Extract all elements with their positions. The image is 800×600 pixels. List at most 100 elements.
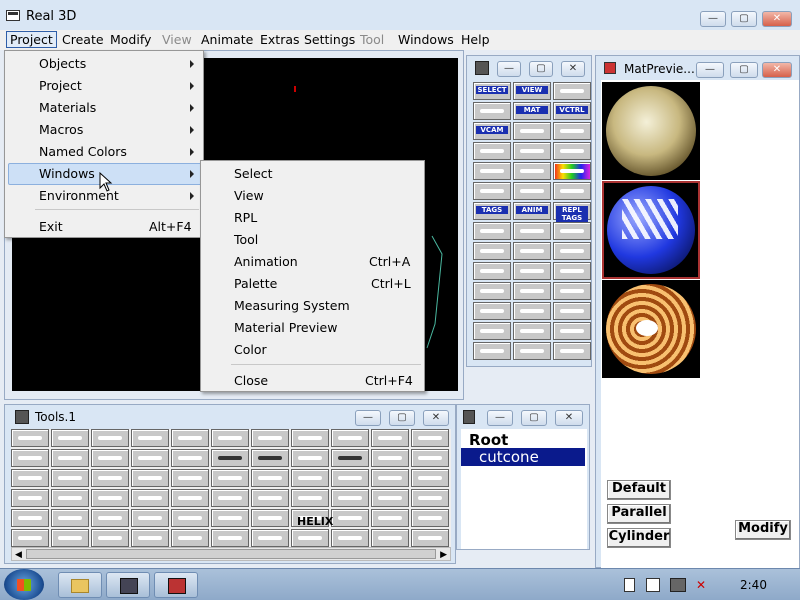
tree-item-cutcone[interactable]: cutcone [461, 448, 585, 466]
taskbar-clock[interactable]: 2:40 [740, 578, 767, 592]
tools-button[interactable] [51, 489, 89, 507]
palette-tool-button[interactable] [553, 182, 591, 200]
palette-tool-button[interactable] [553, 122, 591, 140]
start-button[interactable] [4, 569, 44, 600]
submenu-item-animation[interactable]: Animation [234, 254, 298, 269]
tray-doc-icon[interactable] [624, 578, 635, 592]
menu-item-objects[interactable]: Objects [39, 56, 86, 71]
menu-item-named-colors[interactable]: Named Colors [39, 144, 127, 159]
tools-button[interactable] [51, 429, 89, 447]
tools-button[interactable] [411, 429, 449, 447]
tools-button[interactable] [411, 469, 449, 487]
tools-button[interactable] [371, 429, 409, 447]
palette-tool-button[interactable] [553, 142, 591, 160]
palette-tool-button[interactable] [473, 242, 511, 260]
tools-button[interactable] [91, 489, 129, 507]
default-button[interactable]: Default [607, 480, 671, 500]
menu-item-materials[interactable]: Materials [39, 100, 96, 115]
tools-button[interactable] [91, 529, 129, 547]
tools-button[interactable] [211, 489, 249, 507]
palette-tool-button[interactable] [553, 322, 591, 340]
maximize-button[interactable]: ▢ [731, 11, 757, 27]
submenu-item-palette[interactable]: Palette [234, 276, 277, 291]
palette-tool-button[interactable] [513, 282, 551, 300]
tools-button[interactable] [51, 529, 89, 547]
submenu-item-rpl[interactable]: RPL [234, 210, 257, 225]
submenu-item-select[interactable]: Select [234, 166, 273, 181]
tree-close-button[interactable]: ✕ [555, 410, 583, 426]
tools-button[interactable] [11, 529, 49, 547]
tools-button[interactable] [131, 429, 169, 447]
palette-tool-button[interactable] [513, 242, 551, 260]
palette-tool-button[interactable] [473, 302, 511, 320]
tools-button[interactable] [211, 469, 249, 487]
menu-settings[interactable]: Settings [304, 32, 355, 47]
palette-tool-button[interactable] [513, 302, 551, 320]
palette-tool-button[interactable]: VIEW [513, 82, 551, 100]
modify-button[interactable]: Modify [735, 520, 791, 540]
submenu-item-view[interactable]: View [234, 188, 264, 203]
tools-button[interactable] [11, 449, 49, 467]
palette-tool-button[interactable] [513, 122, 551, 140]
matpreview-close-button[interactable]: ✕ [762, 62, 792, 78]
menu-item-project[interactable]: Project [39, 78, 82, 93]
tools-button[interactable] [251, 449, 289, 467]
menu-windows[interactable]: Windows [398, 32, 454, 47]
tools-button[interactable] [171, 509, 209, 527]
tools-button[interactable] [211, 429, 249, 447]
menu-extras[interactable]: Extras [260, 32, 300, 47]
tools-button[interactable] [11, 469, 49, 487]
tree-item-root[interactable]: Root [469, 431, 508, 449]
tray-volume-icon[interactable]: ✕ [696, 578, 710, 592]
tools-button[interactable] [331, 469, 369, 487]
palette-maximize-button[interactable]: ▢ [529, 61, 553, 77]
palette-tool-button[interactable] [473, 262, 511, 280]
submenu-item-material-preview[interactable]: Material Preview [234, 320, 337, 335]
tools-button[interactable] [91, 509, 129, 527]
palette-tool-button[interactable]: REPL TAGS [553, 202, 591, 222]
tools-button[interactable] [411, 529, 449, 547]
tools-button[interactable] [11, 429, 49, 447]
palette-tool-button[interactable] [553, 342, 591, 360]
tools-button[interactable] [331, 449, 369, 467]
palette-tool-button[interactable] [513, 222, 551, 240]
menu-item-windows[interactable]: Windows [39, 166, 95, 181]
palette-tool-button[interactable] [513, 262, 551, 280]
palette-tool-button[interactable] [473, 142, 511, 160]
menu-tool[interactable]: Tool [360, 32, 384, 47]
tools-button[interactable] [131, 509, 169, 527]
submenu-item-color[interactable]: Color [234, 342, 267, 357]
tools-button[interactable] [251, 469, 289, 487]
palette-tool-button[interactable] [553, 162, 591, 180]
tools-button[interactable] [291, 429, 329, 447]
tools-button[interactable] [331, 489, 369, 507]
tools-button[interactable] [331, 509, 369, 527]
palette-tool-button[interactable] [473, 162, 511, 180]
palette-tool-button[interactable]: SELECT [473, 82, 511, 100]
close-button[interactable]: ✕ [762, 11, 792, 27]
palette-tool-button[interactable]: TAGS [473, 202, 511, 220]
taskbar-real3d[interactable] [154, 572, 198, 598]
menu-item-exit[interactable]: Exit [39, 219, 63, 234]
palette-tool-button[interactable] [553, 222, 591, 240]
palette-tool-button[interactable] [513, 182, 551, 200]
menu-modify[interactable]: Modify [110, 32, 151, 47]
tools-button[interactable] [251, 429, 289, 447]
tools-button[interactable] [411, 509, 449, 527]
parallel-button[interactable]: Parallel [607, 504, 671, 524]
tools-button[interactable] [251, 489, 289, 507]
palette-tool-button[interactable] [513, 342, 551, 360]
palette-tool-button[interactable] [473, 222, 511, 240]
tools-minimize-button[interactable]: — [355, 410, 381, 426]
palette-tool-button[interactable]: VCAM [473, 122, 511, 140]
tools-button[interactable] [211, 509, 249, 527]
tools-button[interactable] [411, 489, 449, 507]
palette-tool-button[interactable] [553, 242, 591, 260]
cylinder-button[interactable]: Cylinder [607, 528, 671, 548]
scroll-right-icon[interactable]: ▶ [440, 550, 447, 560]
menu-project[interactable]: Project [6, 31, 57, 48]
tools-button[interactable] [171, 529, 209, 547]
tools-button[interactable] [211, 449, 249, 467]
matpreview-minimize-button[interactable]: — [696, 62, 724, 78]
palette-tool-button[interactable] [553, 82, 591, 100]
